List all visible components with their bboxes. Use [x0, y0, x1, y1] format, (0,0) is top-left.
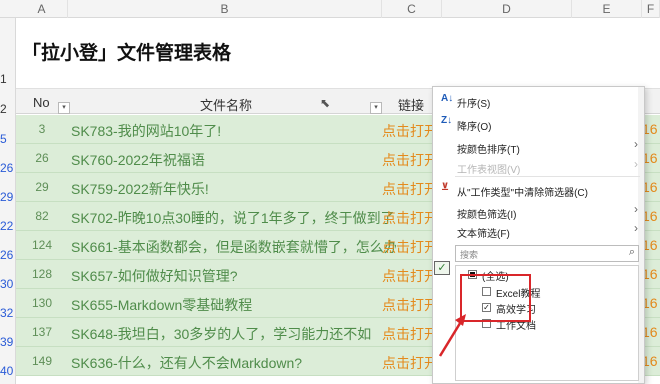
red-arrow-icon	[438, 314, 466, 357]
menu-filter-by-color[interactable]: 按颜色筛选(I)	[457, 206, 516, 221]
column-header-a[interactable]: A	[16, 0, 68, 18]
menu-divider	[455, 176, 640, 177]
sort-ascending-icon: A↓	[441, 93, 454, 104]
filter-dropdown-icon[interactable]: ▾	[370, 102, 382, 114]
cell-link[interactable]: 点击打开	[382, 121, 438, 141]
cell-file-name[interactable]: SK783-我的网站10年了!	[71, 121, 396, 141]
row-number[interactable]: 30	[0, 277, 16, 291]
cell-no[interactable]: 82	[16, 209, 68, 223]
cell-file-name[interactable]: SK657-如何做好知识管理?	[71, 266, 396, 286]
search-placeholder: 搜索	[460, 250, 479, 260]
sort-descending-icon: Z↓	[441, 115, 453, 126]
clear-filter-icon: ⊻	[441, 182, 450, 193]
cell-link[interactable]: 点击打开	[382, 150, 438, 170]
cell-link[interactable]: 点击打开	[382, 266, 438, 286]
cell-no[interactable]: 124	[16, 238, 68, 252]
menu-sort-descending[interactable]: 降序(O)	[457, 118, 491, 133]
cell-link[interactable]: 点击打开	[382, 208, 438, 228]
chevron-right-icon: ›	[634, 202, 638, 216]
column-header-c[interactable]: C	[382, 0, 442, 18]
cell-file-name[interactable]: SK648-我坦白，30多岁的人了，学习能力还不如	[71, 324, 396, 344]
cell-link[interactable]: 点击打开	[382, 237, 438, 257]
row-number[interactable]: 39	[0, 335, 16, 349]
cell-link[interactable]: 点击打开	[382, 324, 438, 344]
row-number[interactable]: 5	[0, 132, 16, 146]
cell-no[interactable]: 137	[16, 325, 68, 339]
header-file-name: 文件名称	[200, 98, 253, 113]
column-header-e[interactable]: E	[572, 0, 642, 18]
row-number[interactable]: 22	[0, 219, 16, 233]
cell-no[interactable]: 3	[16, 122, 68, 136]
row-header-strip: 1 2 5 26 29 22 26 30 32 39 40	[0, 18, 16, 384]
cell-file-name[interactable]: SK661-基本函数都会，但是函数嵌套就懵了，怎么办	[71, 237, 396, 257]
chevron-right-icon: ›	[634, 157, 638, 171]
cell-file-name[interactable]: SK759-2022新年快乐!	[71, 179, 396, 199]
column-header-strip: A B C D E F	[0, 0, 660, 18]
header-no: No	[33, 95, 50, 110]
row-number[interactable]: 2	[0, 102, 16, 116]
row-number[interactable]: 29	[0, 190, 16, 204]
menu-clear-filter[interactable]: 从"工作类型"中清除筛选器(C)	[457, 184, 588, 199]
search-icon: ⌕	[628, 246, 635, 258]
header-link: 链接	[398, 98, 425, 113]
filter-dropdown-icon[interactable]: ▾	[58, 102, 70, 114]
cell-no[interactable]: 29	[16, 180, 68, 194]
sheet-title: 「拉小登」文件管理表格	[22, 43, 232, 64]
menu-sort-ascending[interactable]: 升序(S)	[457, 95, 490, 110]
cell-no[interactable]: 149	[16, 354, 68, 368]
column-header-b[interactable]: B	[68, 0, 382, 18]
menu-text-filter[interactable]: 文本筛选(F)	[457, 225, 510, 240]
cell-link[interactable]: 点击打开	[382, 179, 438, 199]
cell-no[interactable]: 130	[16, 296, 68, 310]
cell-no[interactable]: 26	[16, 151, 68, 165]
chevron-right-icon: ›	[634, 221, 638, 235]
checkmark-icon: ✓	[434, 261, 450, 275]
cell-file-name[interactable]: SK655-Markdown零基础教程	[71, 295, 396, 315]
cell-no[interactable]: 128	[16, 267, 68, 281]
cell-file-name[interactable]: SK636-什么，还有人不会Markdown?	[71, 353, 396, 373]
cell-link[interactable]: 点击打开	[382, 353, 438, 373]
column-header-d[interactable]: D	[442, 0, 572, 18]
row-number[interactable]: 32	[0, 306, 16, 320]
column-header-f[interactable]: F	[642, 0, 660, 18]
annotation-highlight-box	[460, 274, 531, 322]
row-number[interactable]: 40	[0, 364, 16, 378]
cell-file-name[interactable]: SK702-昨晚10点30睡的，说了1年多了，终于做到了	[71, 208, 396, 228]
row-number[interactable]: 26	[0, 161, 16, 175]
row-number[interactable]: 1	[0, 72, 16, 86]
mouse-cursor-icon: ⬉	[320, 96, 331, 110]
menu-sort-by-color[interactable]: 按颜色排序(T)	[457, 141, 520, 156]
row-number[interactable]: 26	[0, 248, 16, 262]
cell-file-name[interactable]: SK760-2022年祝福语	[71, 150, 396, 170]
chevron-right-icon: ›	[634, 137, 638, 151]
cell-link[interactable]: 点击打开	[382, 295, 438, 315]
menu-sheet-view: 工作表视图(V)	[457, 165, 521, 176]
filter-search-input[interactable]: 搜索 ⌕	[455, 245, 639, 262]
